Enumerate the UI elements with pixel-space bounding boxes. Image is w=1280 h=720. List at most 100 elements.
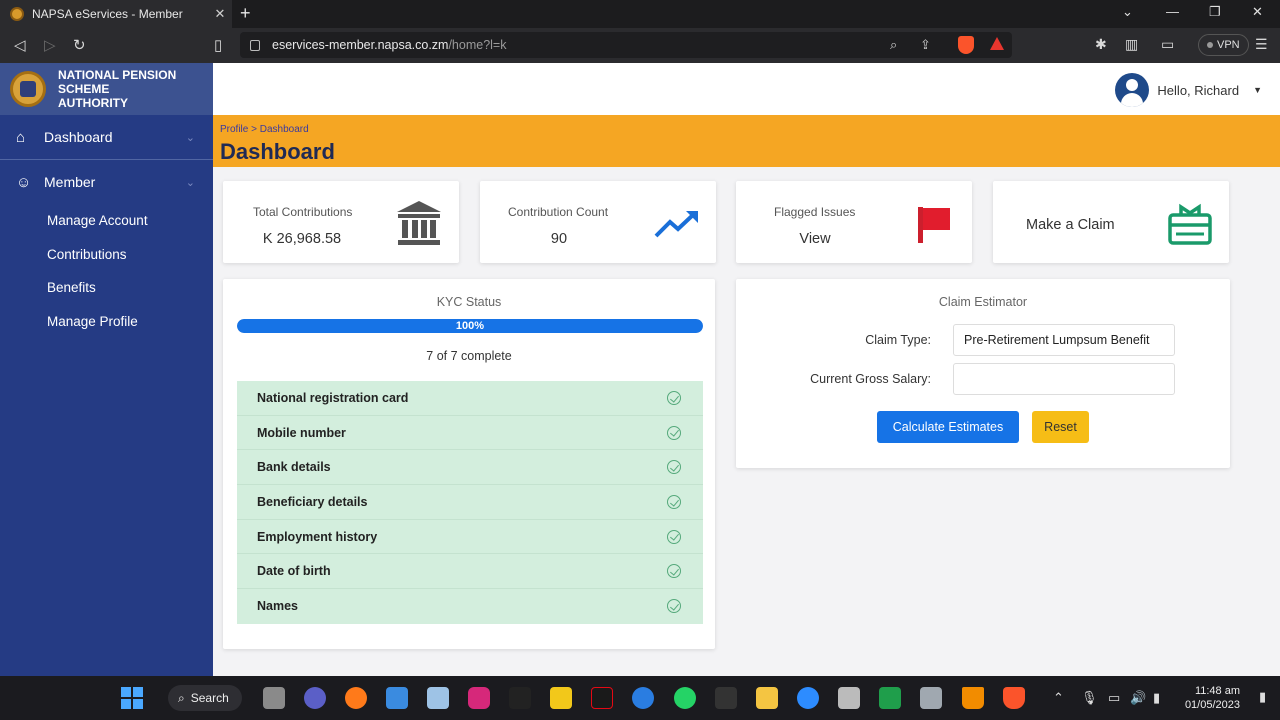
kyc-item-label: Names <box>257 599 298 614</box>
sidebar-subitem-benefits[interactable]: Benefits <box>47 280 96 295</box>
user-icon: ☺ <box>16 173 32 191</box>
main-content: Total Contributions K 26,968.58 Contribu… <box>213 167 1280 676</box>
file-app-icon[interactable] <box>263 687 285 709</box>
total-contributions-card[interactable]: Total Contributions K 26,968.58 <box>223 181 459 263</box>
check-circle-icon <box>667 529 681 544</box>
wallet-icon[interactable]: ▭ <box>1161 36 1174 53</box>
flagged-issues-card[interactable]: Flagged Issues View <box>736 181 972 263</box>
vlc-icon[interactable] <box>962 687 984 709</box>
taskbar-clock[interactable]: 11:48 am 01/05/2023 <box>1182 684 1240 712</box>
reset-button[interactable]: Reset <box>1032 411 1089 443</box>
notification-icon[interactable]: ▮ <box>1259 689 1266 705</box>
windows-start-icon[interactable] <box>121 687 143 709</box>
napsa-logo-icon <box>10 71 46 107</box>
check-circle-icon <box>667 599 681 614</box>
sidebar-item-label: Member <box>44 174 96 190</box>
sticky-notes-icon[interactable] <box>550 687 572 709</box>
calculate-estimates-button[interactable]: Calculate Estimates <box>877 411 1019 443</box>
battery-icon[interactable]: ▮ <box>1153 690 1160 706</box>
address-bar[interactable]: eservices-member.napsa.co.zm/home?l=k ⌕ … <box>240 32 1012 58</box>
browser-tab-bar: NAPSA eServices - Member ✕ + ⌄ — ❐ ✕ <box>0 0 1280 28</box>
kyc-item-label: Employment history <box>257 529 378 544</box>
windows-taskbar: ⌕ Search ⌃ 🎙 ▭ 🔊 ▮ 11:48 am 01/05/2023 ▮ <box>0 676 1280 720</box>
tradingview-icon[interactable] <box>509 687 531 709</box>
display-icon[interactable]: ▭ <box>1108 690 1120 706</box>
claim-type-label: Claim Type: <box>865 333 931 347</box>
gross-salary-input[interactable] <box>953 363 1175 395</box>
teams-icon[interactable] <box>304 687 326 709</box>
reload-icon[interactable]: ↻ <box>73 36 86 54</box>
kyc-item: Date of birth <box>237 554 703 590</box>
store-icon[interactable] <box>386 687 408 709</box>
chart-app-icon[interactable] <box>715 687 737 709</box>
search-icon: ⌕ <box>178 690 185 705</box>
brave-rewards-icon[interactable] <box>990 37 1004 50</box>
extensions-icon[interactable]: ✱ <box>1095 36 1107 53</box>
flag-icon <box>918 207 950 243</box>
close-tab-icon[interactable]: ✕ <box>208 6 232 22</box>
stat-label: Flagged Issues <box>774 205 856 219</box>
netflix-icon[interactable] <box>591 687 613 709</box>
chevron-down-icon: ⌄ <box>185 131 195 144</box>
firefox-icon[interactable] <box>345 687 367 709</box>
microphone-icon[interactable]: 🎙 <box>1081 690 1098 706</box>
page-title: Dashboard <box>220 139 335 164</box>
bookmark-icon[interactable]: ▯ <box>214 36 222 54</box>
zoom-icon[interactable]: ⌕ <box>890 37 897 53</box>
kyc-title: KYC Status <box>436 295 502 309</box>
new-tab-icon[interactable]: + <box>240 3 251 24</box>
sidebar-item-member[interactable]: ☺ Member ⌄ <box>0 160 213 204</box>
check-circle-icon <box>667 391 681 405</box>
volume-icon[interactable]: 🔊 <box>1130 690 1146 706</box>
kyc-progress-fill: 100% <box>237 319 703 333</box>
kyc-item: National registration card <box>237 381 703 416</box>
forward-icon[interactable]: ▷ <box>44 36 56 54</box>
gift-icon <box>1168 203 1212 245</box>
taskbar-search[interactable]: ⌕ Search <box>168 685 242 711</box>
minimize-icon[interactable]: — <box>1166 4 1179 19</box>
instagram-icon[interactable] <box>468 687 490 709</box>
stat-value[interactable]: View <box>755 231 875 247</box>
user-menu[interactable]: Hello, Richard ▼ <box>1115 73 1262 107</box>
tray-chevron-up-icon[interactable]: ⌃ <box>1053 690 1064 706</box>
sidebar-subitem-manage-account[interactable]: Manage Account <box>47 213 148 228</box>
maximize-icon[interactable]: ❐ <box>1209 4 1221 20</box>
clock-time: 11:48 am <box>1194 685 1240 697</box>
brave-icon[interactable] <box>1003 687 1025 709</box>
close-window-icon[interactable]: ✕ <box>1252 4 1263 20</box>
share-icon[interactable]: ⇪ <box>920 37 931 53</box>
brave-shields-icon[interactable] <box>958 36 974 54</box>
check-circle-icon <box>667 495 681 510</box>
breadcrumb[interactable]: Profile > Dashboard <box>220 124 309 135</box>
sidebar-item-label: Dashboard <box>44 129 113 145</box>
zoom-app-icon[interactable] <box>797 687 819 709</box>
file-explorer-icon[interactable] <box>756 687 778 709</box>
sidebar-toggle-icon[interactable]: ▥ <box>1125 36 1138 53</box>
photos-icon[interactable] <box>427 687 449 709</box>
menu-icon[interactable]: ☰ <box>1255 36 1268 53</box>
vpn-button[interactable]: VPN <box>1198 34 1249 56</box>
whatsapp-icon[interactable] <box>674 687 696 709</box>
sidebar-subitem-contributions[interactable]: Contributions <box>47 247 127 262</box>
browser-tab[interactable]: NAPSA eServices - Member ✕ <box>0 0 232 28</box>
sidebar-item-dashboard[interactable]: ⌂ Dashboard ⌄ <box>0 115 213 159</box>
claim-type-select[interactable]: Pre-Retirement Lumpsum Benefit <box>953 324 1175 356</box>
top-header: Hello, Richard ▼ <box>213 63 1280 115</box>
kyc-progress-bar: 100% <box>237 319 703 333</box>
app-icon[interactable] <box>920 687 942 709</box>
sidebar-subitem-manage-profile[interactable]: Manage Profile <box>47 314 138 329</box>
fbs-icon[interactable] <box>879 687 901 709</box>
app-icon[interactable] <box>632 687 654 709</box>
vpn-status-icon <box>1207 42 1213 48</box>
napsa-favicon-icon <box>10 7 24 21</box>
kyc-status-card: KYC Status 100% 7 of 7 complete National… <box>223 279 715 649</box>
make-a-claim-card[interactable]: Make a Claim <box>993 181 1229 263</box>
bank-icon <box>397 201 441 245</box>
office-icon[interactable] <box>838 687 860 709</box>
kyc-item: Names <box>237 589 703 624</box>
contribution-count-card[interactable]: Contribution Count 90 <box>480 181 716 263</box>
kyc-item: Employment history <box>237 520 703 555</box>
back-icon[interactable]: ◁ <box>14 36 26 54</box>
tab-list-chevron-icon[interactable]: ⌄ <box>1122 4 1133 20</box>
user-greeting: Hello, Richard <box>1157 82 1240 98</box>
